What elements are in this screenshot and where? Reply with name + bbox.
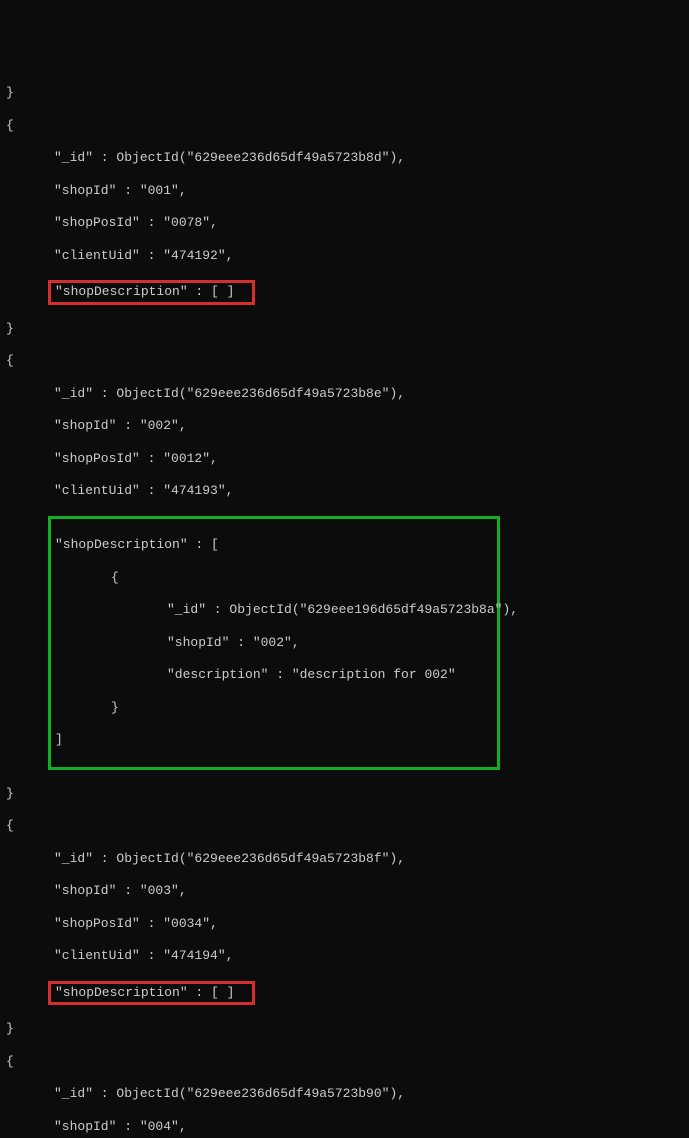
brace-open: {: [0, 353, 689, 369]
shopposid-field: "shopPosId" : "0078",: [0, 215, 689, 231]
id-field: "_id" : ObjectId("629eee236d65df49a5723b…: [0, 386, 689, 402]
clientuid-field: "clientUid" : "474194",: [0, 948, 689, 964]
desc-obj-close: }: [55, 700, 493, 716]
desc-shopid: "shopId" : "002",: [55, 635, 493, 651]
empty-shopdescription-highlight: "shopDescription" : [ ]: [48, 280, 255, 304]
id-field: "_id" : ObjectId("629eee236d65df49a5723b…: [0, 1086, 689, 1102]
shopid-field: "shopId" : "003",: [0, 883, 689, 899]
shopid-field: "shopId" : "004",: [0, 1119, 689, 1135]
code-output: } { "_id" : ObjectId("629eee236d65df49a5…: [0, 69, 689, 1138]
empty-shopdescription-highlight: "shopDescription" : [ ]: [48, 981, 255, 1005]
brace-open: {: [0, 1054, 689, 1070]
brace-close: }: [0, 1021, 689, 1037]
shopid-field: "shopId" : "001",: [0, 183, 689, 199]
brace-open: {: [0, 118, 689, 134]
id-field: "_id" : ObjectId("629eee236d65df49a5723b…: [0, 851, 689, 867]
shopid-field: "shopId" : "002",: [0, 418, 689, 434]
desc-obj-open: {: [55, 570, 493, 586]
desc-description: "description" : "description for 002": [55, 667, 493, 683]
populated-shopdescription-highlight: "shopDescription" : [ { "_id" : ObjectId…: [48, 516, 500, 770]
clientuid-field: "clientUid" : "474193",: [0, 483, 689, 499]
desc-id: "_id" : ObjectId("629eee196d65df49a5723b…: [55, 602, 493, 618]
id-field: "_id" : ObjectId("629eee236d65df49a5723b…: [0, 150, 689, 166]
brace-close: }: [0, 85, 689, 101]
shopposid-field: "shopPosId" : "0034",: [0, 916, 689, 932]
desc-close: ]: [55, 732, 493, 748]
brace-open: {: [0, 818, 689, 834]
clientuid-field: "clientUid" : "474192",: [0, 248, 689, 264]
brace-close: }: [0, 321, 689, 337]
brace-close: }: [0, 786, 689, 802]
desc-open: "shopDescription" : [: [55, 537, 493, 553]
shopposid-field: "shopPosId" : "0012",: [0, 451, 689, 467]
